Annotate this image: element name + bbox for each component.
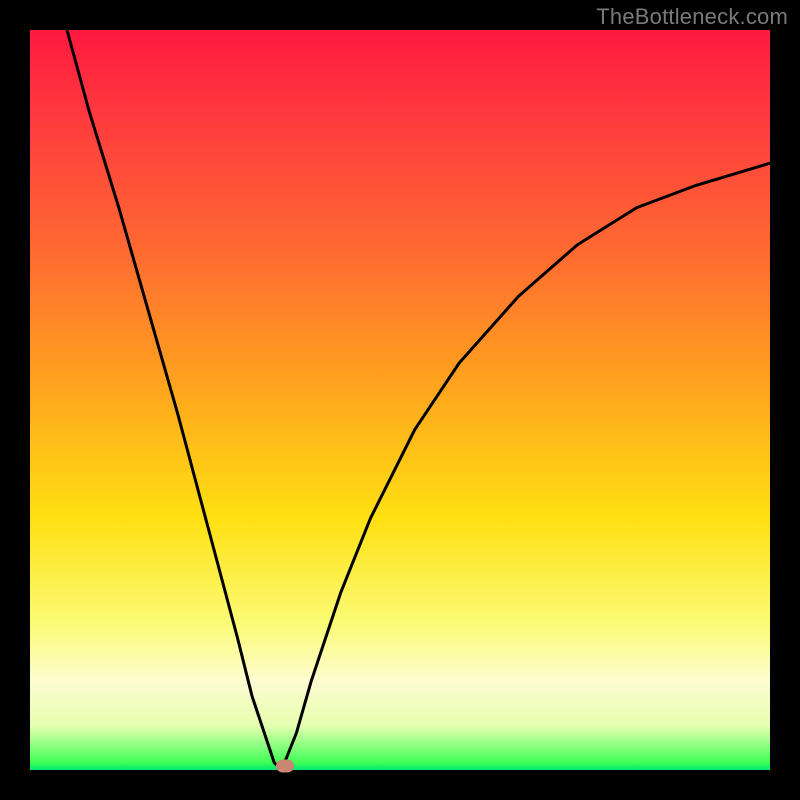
plot-gradient-background — [30, 30, 770, 770]
watermark-text: TheBottleneck.com — [596, 4, 788, 30]
chart-frame: TheBottleneck.com — [0, 0, 800, 800]
